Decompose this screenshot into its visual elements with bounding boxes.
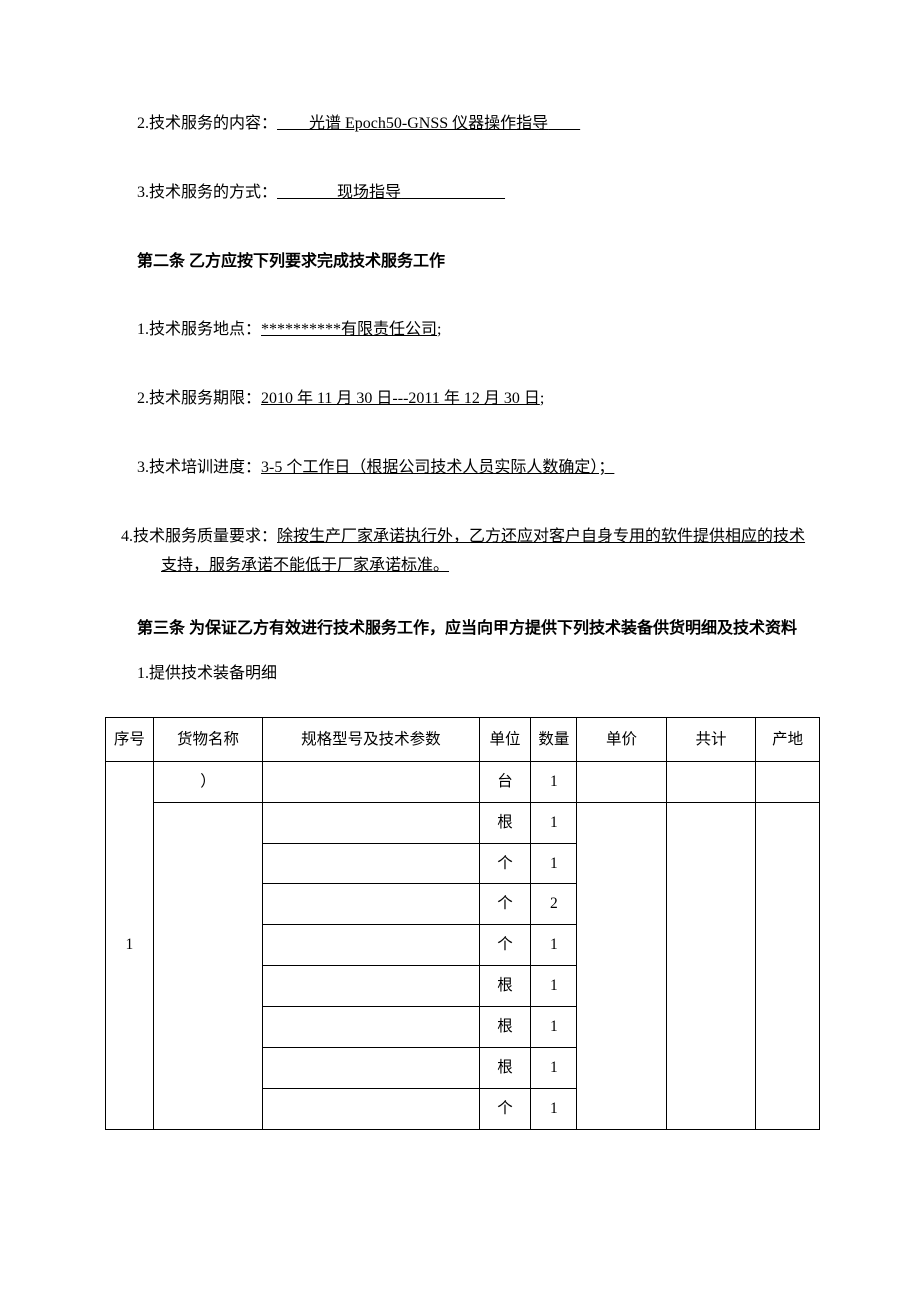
blank-before-method — [277, 184, 337, 201]
cell-qty: 2 — [531, 884, 577, 925]
th-total: 共计 — [666, 717, 755, 761]
label-service-period: 2.技术服务期限： — [137, 390, 261, 407]
section3-item1: 1.提供技术装备明细 — [105, 660, 820, 689]
cell-seq: 1 — [106, 761, 154, 1129]
para-quality-requirement: 4.技术服务质量要求：除按生产厂家承诺执行外，乙方还应对客户自身专用的软件提供相… — [105, 523, 820, 581]
cell-total — [666, 802, 755, 1129]
cell-spec — [263, 1088, 480, 1129]
cell-qty: 1 — [531, 802, 577, 843]
cell-price — [577, 761, 666, 802]
th-price: 单价 — [577, 717, 666, 761]
label-service-location: 1.技术服务地点： — [137, 321, 261, 338]
blank-before-content — [277, 115, 309, 132]
cell-unit: 根 — [479, 1048, 531, 1089]
cell-qty: 1 — [531, 843, 577, 884]
cell-qty: 1 — [531, 1048, 577, 1089]
cell-total — [666, 761, 755, 802]
section3-heading-bold1: 第三条 为保证乙方有效进行技术服务工作， — [137, 620, 445, 637]
cell-spec — [263, 1007, 480, 1048]
tail-service-period: ; — [540, 390, 544, 407]
value-training-progress: 3-5 个工作日（根据公司技术人员实际人数确定）； — [261, 459, 614, 476]
label-service-content: 2.技术服务的内容： — [137, 115, 277, 132]
section2-heading: 第二条 乙方应按下列要求完成技术服务工作 — [105, 248, 820, 277]
para-service-period: 2.技术服务期限：2010 年 11 月 30 日---2011 年 12 月 … — [105, 385, 820, 414]
blank-after-method — [401, 184, 505, 201]
para-training-progress: 3.技术培训进度：3-5 个工作日（根据公司技术人员实际人数确定）； — [105, 454, 820, 483]
table-header-row: 序号 货物名称 规格型号及技术参数 单位 数量 单价 共计 产地 — [106, 717, 820, 761]
th-qty: 数量 — [531, 717, 577, 761]
section3-heading: 第三条 为保证乙方有效进行技术服务工作，应当向甲方提供下列技术装备供货明细及技术… — [105, 608, 820, 650]
th-unit: 单位 — [479, 717, 531, 761]
document-page: 2.技术服务的内容： 光谱 Epoch50-GNSS 仪器操作指导 3.技术服务… — [0, 0, 920, 1190]
para-service-location: 1.技术服务地点：**********有限责任公司; — [105, 316, 820, 345]
blank-after-content — [548, 115, 580, 132]
cell-name — [153, 802, 262, 1129]
table-row: 1 ） 台 1 — [106, 761, 820, 802]
section3-heading-bold2: 应当向甲方提供下列技术装备供货明细及技术资料 — [445, 620, 797, 637]
cell-spec — [263, 925, 480, 966]
cell-qty: 1 — [531, 761, 577, 802]
cell-spec — [263, 966, 480, 1007]
th-origin: 产地 — [756, 717, 820, 761]
para-service-method: 3.技术服务的方式： 现场指导 — [105, 179, 820, 208]
cell-qty: 1 — [531, 966, 577, 1007]
th-seq: 序号 — [106, 717, 154, 761]
label-quality-requirement: 4.技术服务质量要求： — [121, 528, 277, 545]
cell-qty: 1 — [531, 1007, 577, 1048]
value-service-period: 2010 年 11 月 30 日---2011 年 12 月 30 日 — [261, 390, 540, 407]
cell-unit: 个 — [479, 884, 531, 925]
th-name: 货物名称 — [153, 717, 262, 761]
cell-spec — [263, 802, 480, 843]
equipment-table: 序号 货物名称 规格型号及技术参数 单位 数量 单价 共计 产地 1 ） 台 1 — [105, 717, 820, 1130]
cell-spec — [263, 843, 480, 884]
cell-unit: 个 — [479, 843, 531, 884]
cell-unit: 根 — [479, 966, 531, 1007]
th-spec: 规格型号及技术参数 — [263, 717, 480, 761]
value-service-method: 现场指导 — [337, 184, 401, 201]
cell-origin — [756, 761, 820, 802]
cell-unit: 根 — [479, 1007, 531, 1048]
cell-spec — [263, 884, 480, 925]
cell-unit: 根 — [479, 802, 531, 843]
cell-qty: 1 — [531, 925, 577, 966]
cell-spec — [263, 761, 480, 802]
cell-unit: 个 — [479, 925, 531, 966]
cell-origin — [756, 802, 820, 1129]
value-service-location: **********有限责任公司 — [261, 321, 437, 338]
cell-qty: 1 — [531, 1088, 577, 1129]
table-row: 根 1 — [106, 802, 820, 843]
cell-unit: 个 — [479, 1088, 531, 1129]
label-service-method: 3.技术服务的方式： — [137, 184, 277, 201]
cell-unit: 台 — [479, 761, 531, 802]
label-training-progress: 3.技术培训进度： — [137, 459, 261, 476]
value-service-content: 光谱 Epoch50-GNSS 仪器操作指导 — [309, 115, 548, 132]
cell-price — [577, 802, 666, 1129]
cell-spec — [263, 1048, 480, 1089]
tail-service-location: ; — [437, 321, 441, 338]
cell-name: ） — [153, 761, 262, 802]
para-service-content: 2.技术服务的内容： 光谱 Epoch50-GNSS 仪器操作指导 — [105, 110, 820, 139]
